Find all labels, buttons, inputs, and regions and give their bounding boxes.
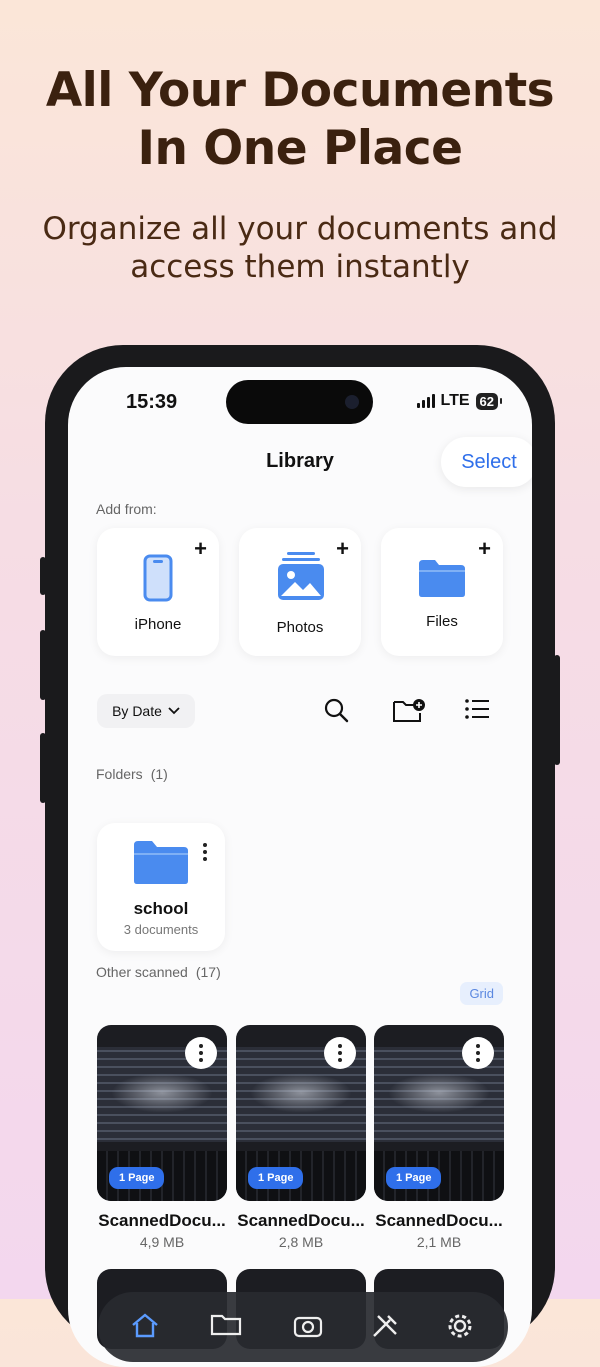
- status-time: 15:39: [126, 391, 178, 413]
- search-icon[interactable]: [323, 697, 349, 723]
- folder-document-count: 3 documents: [123, 922, 199, 937]
- tab-bar: [98, 1292, 508, 1362]
- document-name: ScannedDocu...: [237, 1211, 365, 1230]
- add-from-files-card[interactable]: + Files: [381, 528, 503, 656]
- folder-name: school: [133, 899, 189, 918]
- document-size: 2,1 MB: [416, 1234, 462, 1250]
- add-from-files-label: Files: [426, 613, 458, 630]
- folder-more-icon[interactable]: [203, 843, 207, 861]
- view-mode-toggle[interactable]: Grid: [460, 982, 503, 1005]
- volume-down-button: [40, 733, 46, 803]
- hero-title-line1: All Your Documents: [45, 63, 555, 118]
- camera-icon[interactable]: [293, 1312, 323, 1338]
- hero-subtitle-line2: access them instantly: [130, 249, 470, 285]
- signal-icon: [416, 394, 435, 408]
- folder-icon: [419, 560, 465, 597]
- page-count-badge: 1 Page: [109, 1167, 165, 1189]
- chevron-down-icon: [168, 707, 180, 715]
- select-button[interactable]: Select: [441, 437, 532, 487]
- hero-title: All Your Documents In One Place: [0, 62, 600, 178]
- document-thumbnail: 1 Page: [97, 1025, 227, 1201]
- document-item[interactable]: 1 Page ScannedDocu... 4,9 MB: [97, 1025, 227, 1250]
- document-item[interactable]: 1 Page ScannedDocu... 2,1 MB: [374, 1025, 504, 1250]
- document-item[interactable]: 1 Page ScannedDocu... 2,8 MB: [236, 1025, 366, 1250]
- folder-tab-icon[interactable]: [210, 1312, 242, 1336]
- battery-icon: 62: [475, 392, 503, 410]
- document-size: 2,8 MB: [278, 1234, 324, 1250]
- document-size: 4,9 MB: [139, 1234, 185, 1250]
- add-from-label: Add from:: [96, 501, 157, 517]
- folders-section-label: Folders (1): [96, 766, 168, 782]
- sort-label: By Date: [112, 703, 162, 719]
- more-vertical-icon: [199, 1044, 203, 1062]
- document-more-button[interactable]: [185, 1037, 217, 1069]
- page-count-badge: 1 Page: [386, 1167, 442, 1189]
- more-vertical-icon: [476, 1044, 480, 1062]
- hero-subtitle: Organize all your documents and access t…: [0, 210, 600, 286]
- scanned-section-label: Other scanned (17): [96, 964, 221, 980]
- battery-level: 62: [479, 393, 494, 409]
- add-from-iphone-card[interactable]: + iPhone: [97, 528, 219, 656]
- settings-gear-icon[interactable]: [446, 1312, 474, 1340]
- document-more-button[interactable]: [324, 1037, 356, 1069]
- folders-label: Folders: [96, 766, 143, 782]
- volume-up-button: [40, 630, 46, 700]
- scanned-label: Other scanned: [96, 964, 188, 980]
- power-button: [554, 655, 560, 765]
- phone-frame: 15:39 LTE 62 Library Select Add from: + …: [40, 345, 560, 1367]
- phone-screen: 15:39 LTE 62 Library Select Add from: + …: [68, 367, 532, 1367]
- status-indicators: LTE 62: [416, 392, 503, 410]
- document-thumbnail: 1 Page: [236, 1025, 366, 1201]
- sort-dropdown[interactable]: By Date: [97, 694, 195, 728]
- photos-icon: [278, 552, 324, 600]
- document-more-button[interactable]: [462, 1037, 494, 1069]
- tools-icon[interactable]: [370, 1312, 400, 1340]
- hero-title-line2: In One Place: [137, 121, 463, 176]
- scanned-count: (17): [195, 964, 221, 980]
- folder-card[interactable]: school 3 documents: [97, 823, 225, 951]
- hero-subtitle-line1: Organize all your documents and: [42, 211, 558, 247]
- action-button: [40, 557, 46, 595]
- folders-count: (1): [150, 766, 168, 782]
- more-vertical-icon: [338, 1044, 342, 1062]
- add-from-photos-label: Photos: [276, 619, 324, 636]
- new-folder-icon[interactable]: [392, 697, 426, 723]
- document-thumbnail: 1 Page: [374, 1025, 504, 1201]
- add-from-photos-card[interactable]: + Photos: [239, 528, 361, 656]
- iphone-icon: [143, 554, 173, 602]
- plus-icon: +: [478, 536, 491, 561]
- document-name: ScannedDocu...: [98, 1211, 226, 1230]
- home-icon[interactable]: [130, 1312, 160, 1338]
- page-count-badge: 1 Page: [248, 1167, 304, 1189]
- list-view-icon[interactable]: [464, 697, 490, 721]
- plus-icon: +: [336, 536, 349, 561]
- dynamic-island: [226, 380, 373, 424]
- document-name: ScannedDocu...: [375, 1211, 503, 1230]
- plus-icon: +: [194, 536, 207, 561]
- folder-icon: [134, 841, 188, 884]
- add-from-iphone-label: iPhone: [134, 616, 182, 633]
- network-label: LTE: [440, 392, 470, 409]
